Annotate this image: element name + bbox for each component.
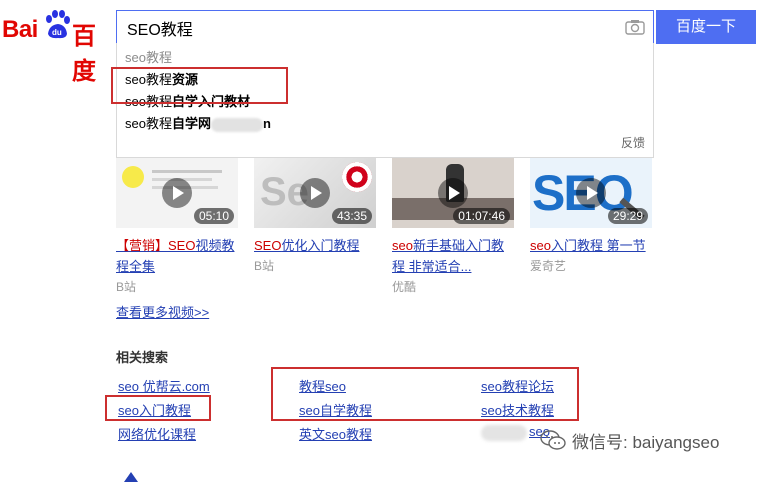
blurred-text <box>481 425 527 441</box>
play-icon <box>438 178 468 208</box>
search-button[interactable]: 百度一下 <box>656 10 756 44</box>
video-title-link[interactable]: 【营销】SEO视频教程全集 <box>116 235 241 277</box>
video-source: B站 <box>254 259 275 273</box>
video-duration: 05:10 <box>193 208 234 224</box>
video-title-link[interactable]: seo入门教程 第一节 <box>530 235 655 256</box>
video-duration: 43:35 <box>331 208 372 224</box>
camera-icon[interactable] <box>625 19 645 35</box>
title-highlight: SEO <box>254 238 282 253</box>
search-box <box>116 10 654 44</box>
highlight-box <box>105 395 211 421</box>
video-title-link[interactable]: SEO优化入门教程 <box>254 235 379 256</box>
related-search-link[interactable]: 英文seo教程 <box>299 424 372 443</box>
video-thumbnail[interactable]: 05:10 <box>116 158 238 228</box>
baidu-logo[interactable]: Bai du 百度 <box>2 8 112 85</box>
suggestion-prefix: seo教程 <box>125 116 172 131</box>
logo-text-chinese: 百度 <box>72 23 96 85</box>
play-icon <box>162 178 192 208</box>
highlight-box <box>111 67 288 104</box>
wechat-watermark: 微信号: baiyangseo <box>572 433 720 452</box>
title-highlight: 【营销】SEO <box>116 238 196 253</box>
video-duration: 29:29 <box>607 208 648 224</box>
play-icon <box>576 178 606 208</box>
related-search-link[interactable]: 网络优化课程 <box>118 424 196 443</box>
title-text: 入门教程 第一节 <box>550 238 646 253</box>
video-thumbnail[interactable]: Se 43:35 <box>254 158 376 228</box>
related-searches-title: 相关搜索 <box>116 350 169 365</box>
search-input[interactable] <box>125 16 609 40</box>
paw-icon: du <box>46 10 70 39</box>
title-highlight: seo <box>392 238 413 253</box>
blurred-text <box>210 117 263 132</box>
wechat-icon <box>540 430 566 450</box>
suggestion-item[interactable]: seo教程自学网 n <box>125 113 271 132</box>
highlight-box <box>271 367 579 421</box>
video-source: 爱奇艺 <box>530 259 567 273</box>
video-thumbnail[interactable]: 01:07:46 <box>392 158 514 228</box>
play-icon <box>300 178 330 208</box>
more-videos-link[interactable]: 查看更多视频>> <box>116 302 209 321</box>
video-duration: 01:07:46 <box>453 208 510 224</box>
video-title-link[interactable]: seo新手基础入门教程 非常适合... <box>392 235 510 277</box>
title-text: 优化入门教程 <box>281 238 360 253</box>
feedback-link[interactable]: 反馈 <box>621 134 645 151</box>
video-thumbnail[interactable]: SEO 29:29 <box>530 158 652 228</box>
suggestion-tail: n <box>262 116 271 131</box>
suggestion-item[interactable]: seo教程 <box>125 47 172 66</box>
related-search-link[interactable]: seo 优帮云.com <box>118 376 210 395</box>
logo-text-latin: Bai <box>2 16 38 43</box>
video-source: 优酷 <box>392 280 417 294</box>
partial-icon <box>124 472 138 482</box>
svg-text:du: du <box>52 28 62 37</box>
title-highlight: seo <box>530 238 551 253</box>
video-source: B站 <box>116 280 137 294</box>
suggestion-bold: 自学网 <box>171 116 211 131</box>
